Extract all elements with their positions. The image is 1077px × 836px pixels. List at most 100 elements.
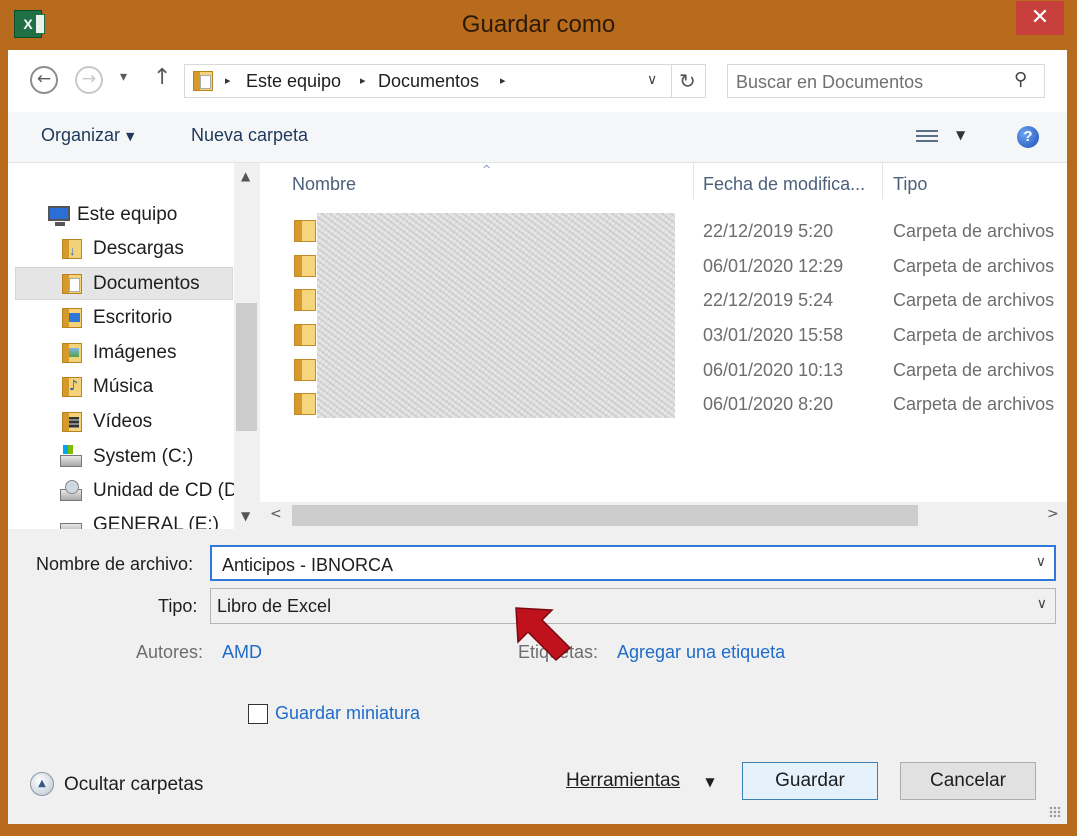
downloads-folder-icon — [62, 239, 82, 259]
window-frame: X Guardar como ✕ ← → ▾ ↑ ▸ Este equipo ▸… — [0, 0, 1077, 836]
row-type: Carpeta de archivos — [893, 325, 1055, 345]
organize-button[interactable]: Organizar ▼ — [41, 125, 135, 146]
pictures-folder-icon — [62, 343, 82, 363]
breadcrumb-documentos[interactable]: Documentos — [378, 71, 479, 92]
breadcrumb-separator[interactable]: ▸ — [500, 74, 506, 87]
sidebar-item-label: Música — [93, 376, 154, 397]
file-list: ^ Nombre Fecha de modifica... Tipo 22/12… — [260, 163, 1067, 529]
refresh-icon[interactable]: ↻ — [679, 69, 696, 93]
tags-field[interactable]: Agregar una etiqueta — [617, 642, 785, 663]
column-header-tipo[interactable]: Tipo — [893, 174, 927, 195]
view-options-chevron-icon[interactable]: ▼ — [956, 128, 965, 142]
file-type-select[interactable]: Libro de Excel ∨ — [210, 588, 1056, 624]
scroll-left-icon[interactable]: < — [270, 506, 282, 522]
system-drive-icon — [60, 445, 82, 467]
sidebar-item-este-equipo[interactable]: Este equipo — [8, 199, 234, 232]
authors-field[interactable]: AMD — [222, 642, 262, 663]
address-divider — [671, 65, 672, 97]
sidebar-item-documentos[interactable]: Documentos — [15, 267, 233, 300]
folder-icon — [294, 255, 316, 277]
search-box[interactable]: ⚲ — [727, 64, 1045, 98]
horizontal-scroll-thumb[interactable] — [292, 505, 918, 526]
sidebar-scrollbar[interactable]: ▲ ▼ — [234, 163, 259, 529]
row-type: Carpeta de archivos — [893, 360, 1055, 380]
column-header-fecha[interactable]: Fecha de modifica... — [703, 174, 865, 195]
search-icon[interactable]: ⚲ — [1014, 69, 1027, 90]
scroll-down-icon[interactable]: ▼ — [241, 509, 250, 523]
row-date: 03/01/2020 15:58 — [703, 325, 844, 345]
sidebar-item-unidad-cd[interactable]: Unidad de CD (D: — [8, 475, 243, 508]
filename-field[interactable]: ∨ — [210, 545, 1056, 581]
row-type: Carpeta de archivos — [893, 256, 1055, 276]
desktop-folder-icon — [62, 308, 82, 328]
folder-icon — [294, 393, 316, 415]
address-history-dropdown[interactable]: ∨ — [647, 72, 657, 88]
sidebar-item-musica[interactable]: Música — [8, 371, 234, 404]
folder-icon — [294, 220, 316, 242]
change-view-icon[interactable] — [916, 130, 938, 144]
sidebar-scroll-thumb[interactable] — [236, 303, 257, 431]
window-title: Guardar como — [461, 11, 616, 38]
sidebar-item-label: GENERAL (E:) — [93, 514, 219, 529]
documents-folder-icon — [62, 274, 82, 294]
address-bar[interactable]: ▸ Este equipo ▸ Documentos ▸ ∨ ↻ — [184, 64, 706, 98]
command-toolbar: Organizar ▼ Nueva carpeta ▼ ? — [8, 112, 1067, 163]
sidebar-item-label: Documentos — [93, 273, 200, 294]
row-date: 06/01/2020 8:20 — [703, 394, 834, 414]
scroll-up-icon[interactable]: ▲ — [241, 169, 250, 183]
save-button[interactable]: Guardar — [742, 762, 878, 800]
sidebar-item-descargas[interactable]: Descargas — [8, 233, 234, 266]
dialog-client: ← → ▾ ↑ ▸ Este equipo ▸ Documentos ▸ ∨ ↻… — [8, 50, 1067, 824]
computer-icon — [48, 206, 70, 226]
chevron-down-icon[interactable]: ∨ — [1037, 596, 1047, 612]
filename-history-chevron-icon[interactable]: ∨ — [1036, 554, 1046, 570]
save-thumbnail-checkbox[interactable] — [248, 704, 268, 724]
chevron-down-icon: ▼ — [126, 129, 135, 143]
tools-button[interactable]: Herramientas ▼ — [566, 770, 715, 792]
sidebar-item-label: Este equipo — [77, 204, 178, 225]
organize-label: Organizar — [41, 125, 121, 145]
resize-grip[interactable] — [1049, 806, 1061, 818]
file-list-horizontal-scrollbar[interactable]: < > — [260, 502, 1067, 529]
row-type: Carpeta de archivos — [893, 221, 1055, 241]
up-folder-button[interactable]: ↑ — [153, 65, 171, 90]
sidebar-item-label: Unidad de CD (D: — [93, 480, 243, 501]
sidebar-item-general-e[interactable]: GENERAL (E:) — [8, 509, 234, 529]
sidebar-item-label: Vídeos — [93, 411, 153, 432]
save-thumbnail-label[interactable]: Guardar miniatura — [275, 703, 420, 724]
row-date: 06/01/2020 12:29 — [703, 256, 844, 276]
close-button[interactable]: ✕ — [1016, 1, 1064, 35]
new-folder-button[interactable]: Nueva carpeta — [191, 125, 308, 146]
cancel-button[interactable]: Cancelar — [900, 762, 1036, 800]
breadcrumb-este-equipo[interactable]: Este equipo — [246, 71, 341, 92]
sidebar-item-imagenes[interactable]: Imágenes — [8, 337, 234, 370]
search-input[interactable] — [734, 68, 1008, 96]
breadcrumb-separator[interactable]: ▸ — [360, 74, 366, 87]
file-type-value: Libro de Excel — [217, 596, 332, 616]
folder-icon — [294, 324, 316, 346]
sidebar-item-label: Descargas — [93, 238, 184, 259]
row-type: Carpeta de archivos — [893, 290, 1055, 310]
column-header-nombre[interactable]: Nombre — [292, 174, 356, 195]
sidebar-item-system-c[interactable]: System (C:) — [8, 441, 234, 474]
row-date: 06/01/2020 10:13 — [703, 360, 844, 380]
filename-label: Nombre de archivo: — [36, 554, 194, 574]
row-date: 22/12/2019 5:20 — [703, 221, 834, 241]
type-label: Tipo: — [158, 596, 198, 616]
tools-label: Herramientas — [566, 770, 681, 791]
help-icon[interactable]: ? — [1017, 126, 1039, 148]
redacted-folder-names — [317, 213, 675, 418]
recent-locations-button[interactable]: ▾ — [120, 69, 127, 85]
scroll-right-icon[interactable]: > — [1047, 506, 1059, 522]
videos-folder-icon — [62, 412, 82, 432]
column-divider[interactable] — [693, 163, 694, 199]
sidebar-item-escritorio[interactable]: Escritorio — [8, 302, 234, 335]
navigation-bar: ← → ▾ ↑ ▸ Este equipo ▸ Documentos ▸ ∨ ↻… — [8, 50, 1067, 112]
back-button[interactable]: ← — [30, 66, 58, 94]
cd-drive-icon — [60, 480, 82, 501]
breadcrumb-separator[interactable]: ▸ — [225, 74, 231, 87]
sidebar-item-videos[interactable]: Vídeos — [8, 406, 234, 439]
forward-button[interactable]: → — [75, 66, 103, 94]
column-divider[interactable] — [882, 163, 883, 199]
filename-input[interactable] — [220, 551, 1004, 579]
